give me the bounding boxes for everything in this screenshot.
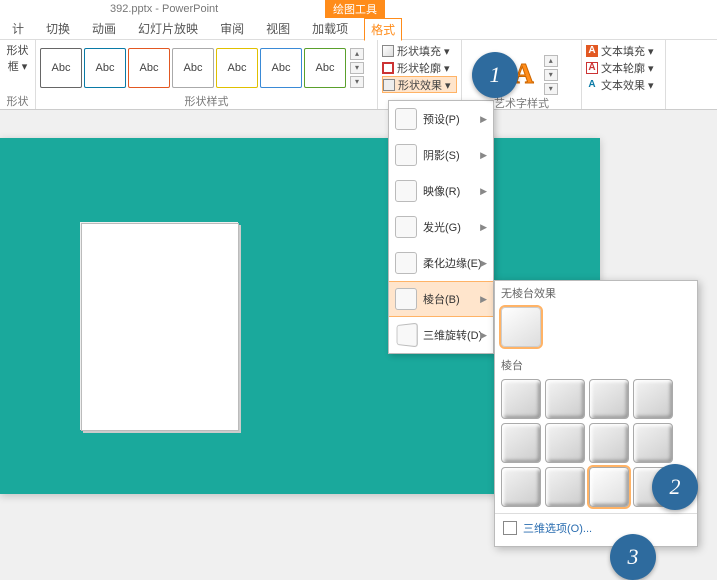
scroll-up-icon[interactable]: ▴ xyxy=(544,55,558,67)
soft-edges-icon xyxy=(395,252,417,274)
bevel-option-1[interactable] xyxy=(501,379,541,419)
ribbon: 形状 框 ▾ 形状 Abc Abc Abc Abc Abc Abc Abc ▴ … xyxy=(0,40,717,110)
bevel-option-2[interactable] xyxy=(545,379,585,419)
rotation-icon xyxy=(397,323,418,348)
tab-review[interactable]: 审阅 xyxy=(214,18,250,39)
effects-icon xyxy=(383,79,395,91)
glow-icon xyxy=(395,216,417,238)
shape-style-2[interactable]: Abc xyxy=(84,48,126,88)
shape-fill-button[interactable]: 形状填充 ▾ xyxy=(382,42,457,59)
shape-style-4[interactable]: Abc xyxy=(172,48,214,88)
chevron-right-icon: ▶ xyxy=(480,330,487,341)
style-scroll[interactable]: ▴ ▾ ▾ xyxy=(350,48,364,88)
shape-style-5[interactable]: Abc xyxy=(216,48,258,88)
outline-icon xyxy=(382,62,394,74)
frame-button[interactable]: 框 ▾ xyxy=(8,58,28,74)
chevron-right-icon: ▶ xyxy=(480,114,487,125)
file-title: 392.pptx - PowerPoint xyxy=(110,3,218,15)
group-insert-shapes: 形状 框 ▾ 形状 xyxy=(0,40,36,109)
tab-design[interactable]: 计 xyxy=(6,18,30,39)
shape-effects-button[interactable]: 形状效果 ▾ xyxy=(382,76,457,93)
callout-2: 2 xyxy=(652,464,698,510)
menu-soft-edges[interactable]: 柔化边缘(E)▶ xyxy=(389,245,493,281)
menu-shadow[interactable]: 阴影(S)▶ xyxy=(389,137,493,173)
fill-icon xyxy=(382,45,394,57)
chevron-right-icon: ▶ xyxy=(480,258,487,269)
menu-bevel[interactable]: 棱台(B)▶ xyxy=(389,281,493,317)
scroll-more-icon[interactable]: ▾ xyxy=(350,76,364,88)
text-effects-icon: A xyxy=(586,79,598,91)
callout-1: 1 xyxy=(472,52,518,98)
chevron-right-icon: ▶ xyxy=(480,294,487,305)
tab-format[interactable]: 格式 xyxy=(364,18,402,41)
bevel-none-header: 无棱台效果 xyxy=(495,281,697,305)
menu-3d-rotation[interactable]: 三维旋转(D)▶ xyxy=(389,317,493,353)
menu-preset[interactable]: 预设(P)▶ xyxy=(389,101,493,137)
shape-style-7[interactable]: Abc xyxy=(304,48,346,88)
chevron-right-icon: ▶ xyxy=(480,186,487,197)
tab-slideshow[interactable]: 幻灯片放映 xyxy=(132,18,204,39)
chevron-right-icon: ▶ xyxy=(480,222,487,233)
selected-rectangle-shape[interactable] xyxy=(81,223,239,431)
tab-view[interactable]: 视图 xyxy=(260,18,296,39)
text-fill-button[interactable]: A文本填充 ▾ xyxy=(586,42,661,59)
bevel-option-6[interactable] xyxy=(545,423,585,463)
shape-effects-menu: 预设(P)▶ 阴影(S)▶ 映像(R)▶ 发光(G)▶ 柔化边缘(E)▶ 棱台(… xyxy=(388,100,494,354)
group-label-shape-styles: 形状样式 xyxy=(40,93,373,107)
callout-3: 3 xyxy=(610,534,656,580)
bevel-section-header: 棱台 xyxy=(495,353,697,377)
shadow-icon xyxy=(395,144,417,166)
group-label-shapes: 形状 xyxy=(4,93,31,107)
bevel-3d-options[interactable]: 三维选项(O)... xyxy=(495,513,697,542)
wordart-scroll[interactable]: ▴ ▾ ▾ xyxy=(544,55,558,95)
bevel-option-8[interactable] xyxy=(633,423,673,463)
shape-outline-button[interactable]: 形状轮廓 ▾ xyxy=(382,59,457,76)
tab-addins[interactable]: 加载项 xyxy=(306,18,354,39)
text-fill-icon: A xyxy=(586,45,598,57)
title-bar: 392.pptx - PowerPoint 绘图工具 xyxy=(0,0,717,18)
shape-style-1[interactable]: Abc xyxy=(40,48,82,88)
bevel-option-11[interactable] xyxy=(589,467,629,507)
tab-transitions[interactable]: 切换 xyxy=(40,18,76,39)
group-shape-styles: Abc Abc Abc Abc Abc Abc Abc ▴ ▾ ▾ 形状样式 xyxy=(36,40,378,109)
text-effects-button[interactable]: A文本效果 ▾ xyxy=(586,76,661,93)
scroll-down-icon[interactable]: ▾ xyxy=(350,62,364,74)
bevel-option-7[interactable] xyxy=(589,423,629,463)
bevel-option-10[interactable] xyxy=(545,467,585,507)
preset-icon xyxy=(395,108,417,130)
menu-glow[interactable]: 发光(G)▶ xyxy=(389,209,493,245)
reflection-icon xyxy=(395,180,417,202)
chevron-right-icon: ▶ xyxy=(480,150,487,161)
bevel-option-9[interactable] xyxy=(501,467,541,507)
menu-reflection[interactable]: 映像(R)▶ xyxy=(389,173,493,209)
contextual-tool-label: 绘图工具 xyxy=(325,0,385,18)
bevel-none[interactable] xyxy=(501,307,541,347)
tab-animations[interactable]: 动画 xyxy=(86,18,122,39)
bevel-icon xyxy=(395,288,417,310)
bevel-option-3[interactable] xyxy=(589,379,629,419)
shape-button[interactable]: 形状 xyxy=(7,42,29,58)
group-shape-fill: 形状填充 ▾ 形状轮廓 ▾ 形状效果 ▾ xyxy=(378,40,462,109)
text-outline-icon: A xyxy=(586,62,598,74)
bevel-option-5[interactable] xyxy=(501,423,541,463)
scroll-up-icon[interactable]: ▴ xyxy=(350,48,364,60)
group-text-fill: A文本填充 ▾ A文本轮廓 ▾ A文本效果 ▾ xyxy=(582,40,666,109)
ribbon-tabs: 计 切换 动画 幻灯片放映 审阅 视图 加载项 格式 xyxy=(0,18,717,40)
scroll-more-icon[interactable]: ▾ xyxy=(544,83,558,95)
text-outline-button[interactable]: A文本轮廓 ▾ xyxy=(586,59,661,76)
shape-style-3[interactable]: Abc xyxy=(128,48,170,88)
scroll-down-icon[interactable]: ▾ xyxy=(544,69,558,81)
options-icon xyxy=(503,521,517,535)
bevel-option-4[interactable] xyxy=(633,379,673,419)
shape-style-6[interactable]: Abc xyxy=(260,48,302,88)
